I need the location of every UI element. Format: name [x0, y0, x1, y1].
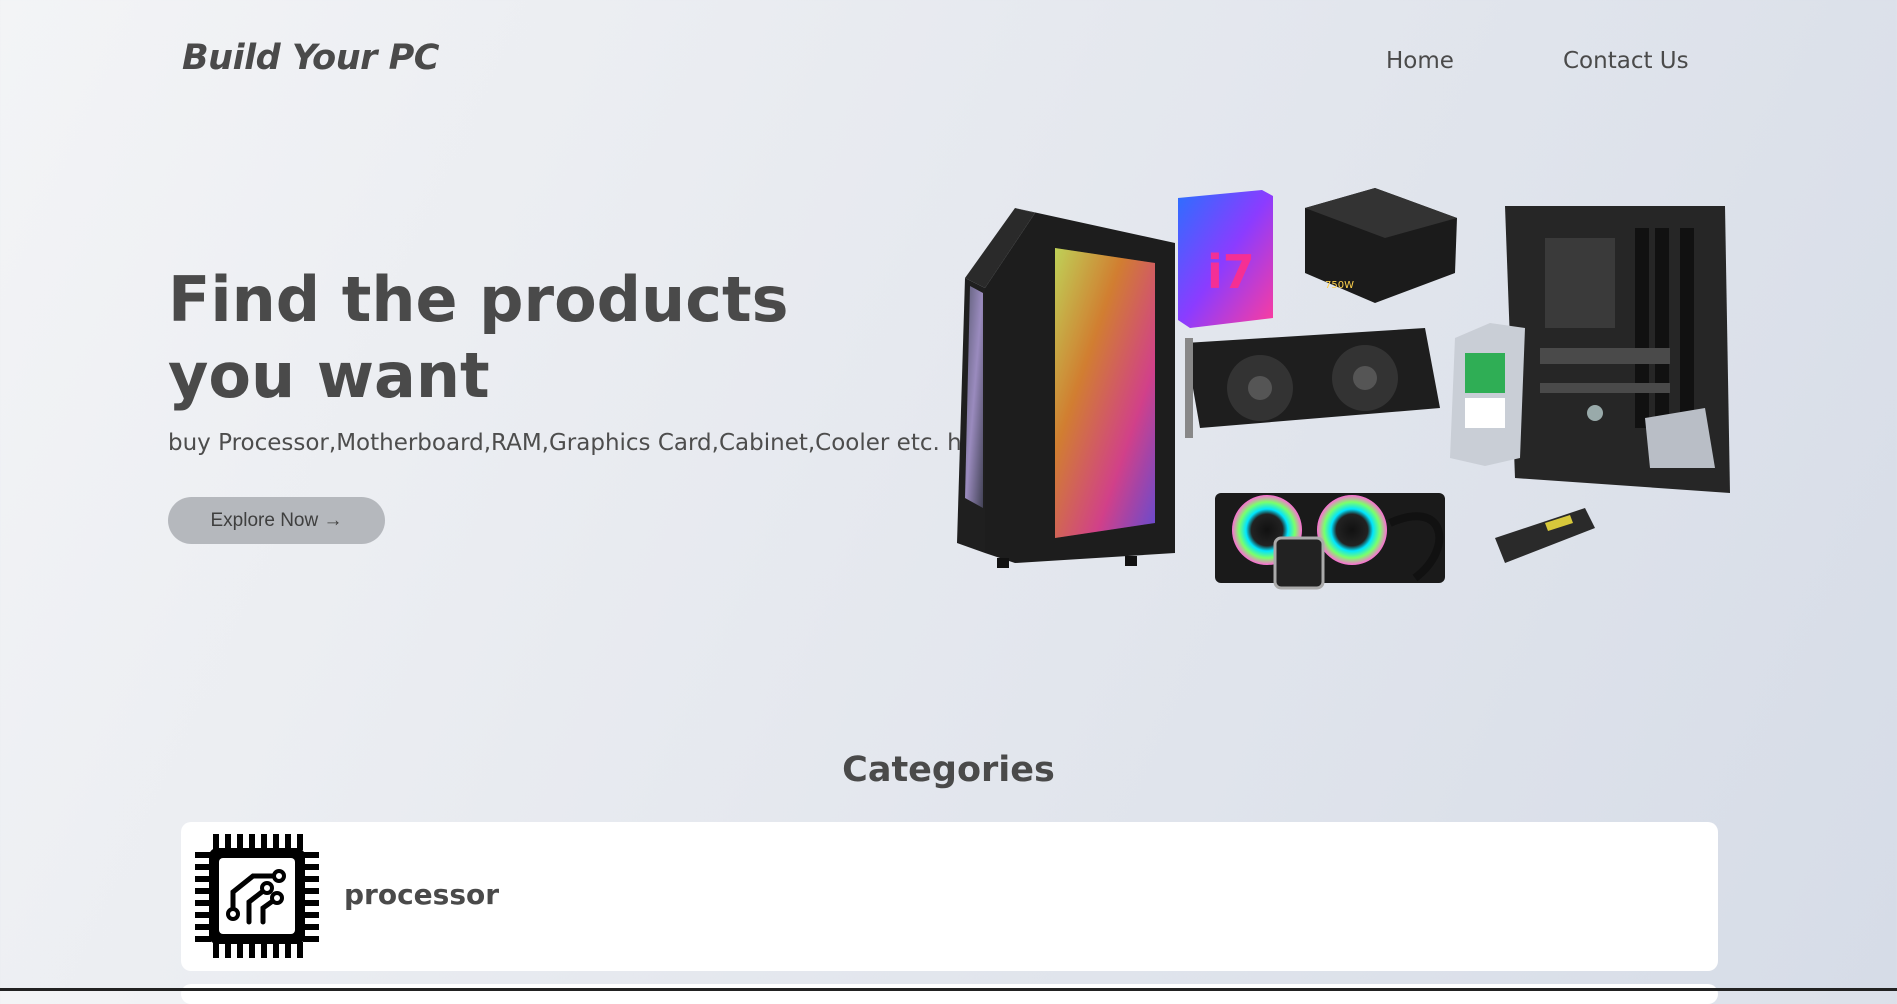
hard-drive-icon — [1450, 323, 1525, 466]
processor-chip-icon — [195, 834, 319, 958]
graphics-card-icon — [1185, 328, 1440, 438]
motherboard-icon — [1505, 206, 1730, 493]
categories-heading: Categories — [842, 750, 1055, 790]
pc-components-image: i7 750W — [957, 188, 1730, 590]
cpu-box-icon: i7 — [1178, 190, 1273, 328]
category-card-processor[interactable]: processor — [181, 822, 1718, 971]
ram-stick-icon — [1495, 508, 1595, 563]
power-supply-icon: 750W — [1305, 188, 1457, 303]
explore-now-button[interactable]: Explore Now → — [168, 497, 385, 544]
nav-home-link[interactable]: Home — [1386, 48, 1454, 74]
svg-text:i7: i7 — [1207, 245, 1255, 299]
category-label-processor: processor — [344, 878, 500, 911]
brand-logo[interactable]: Build Your PC — [182, 38, 439, 78]
pc-case-icon — [957, 208, 1175, 568]
hero-subtitle: buy Processor,Motherboard,RAM,Graphics C… — [168, 430, 999, 456]
hero-title: Find the products you want — [168, 263, 789, 412]
nav-contact-link[interactable]: Contact Us — [1563, 48, 1689, 74]
aio-cooler-icon — [1215, 493, 1445, 590]
svg-text:750W: 750W — [1325, 280, 1354, 291]
next-category-card-edge[interactable] — [181, 984, 1718, 1004]
